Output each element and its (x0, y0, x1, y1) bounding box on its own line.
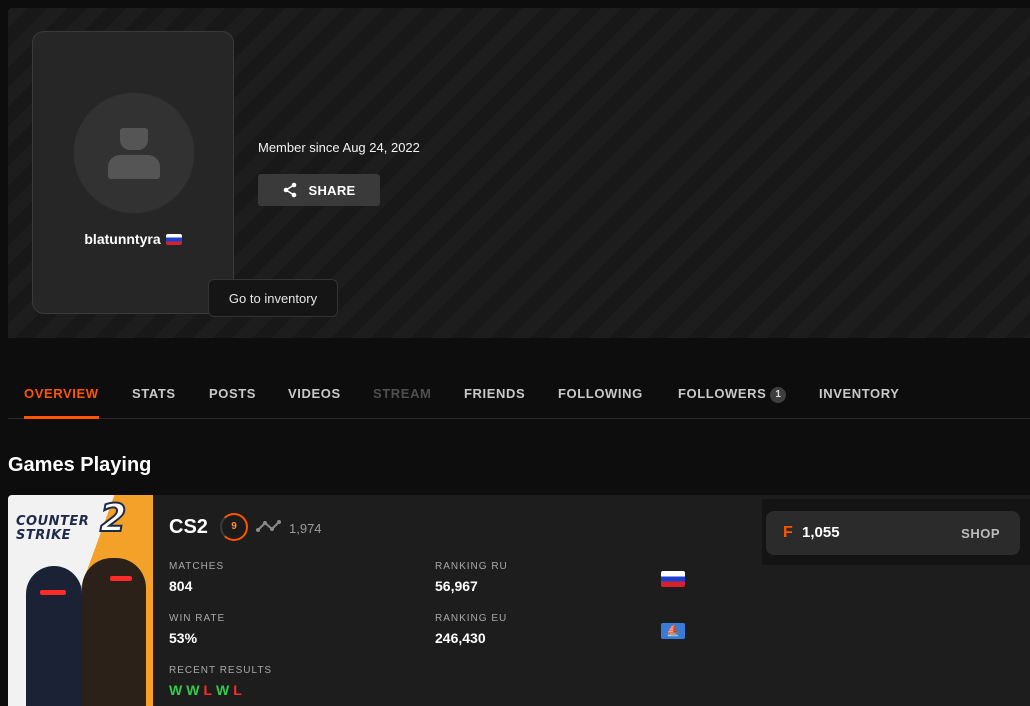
points-balance: 1,055 (802, 524, 840, 541)
ranking-ru-label: RANKING RU (435, 561, 508, 572)
game-card-cs2: COUNTER STRIKE 2 CS2 9 1,974 MATCHES 804… (8, 495, 1030, 706)
username: blatunntyra (84, 231, 161, 247)
result-item: W (169, 682, 183, 698)
tab-friends[interactable]: FRIENDS (464, 378, 525, 418)
tab-videos[interactable]: VIDEOS (288, 378, 341, 418)
win-rate-value: 53% (169, 630, 198, 646)
username-row: blatunntyra (33, 231, 233, 247)
share-button[interactable]: SHARE (258, 174, 380, 206)
win-rate-label: WIN RATE (169, 613, 226, 624)
region-eu-icon: ⛵ (661, 623, 685, 639)
profile-card: blatunntyra (32, 31, 234, 314)
avatar[interactable] (73, 92, 195, 214)
cs2-logo: COUNTER STRIKE 2 (16, 498, 146, 543)
tab-stats[interactable]: STATS (132, 378, 176, 418)
tab-followers-label: FOLLOWERS (678, 386, 767, 401)
share-label: SHARE (308, 182, 356, 198)
ranking-eu-label: RANKING EU (435, 613, 508, 624)
shop-button[interactable]: SHOP (961, 526, 1000, 541)
share-icon (284, 182, 297, 198)
elo-icon (256, 520, 281, 532)
cs2-cover-image[interactable]: COUNTER STRIKE 2 (8, 495, 153, 706)
recent-results-label: RECENT RESULTS (169, 665, 273, 676)
game-title: CS2 (169, 516, 208, 538)
skill-level-badge: 9 (220, 513, 248, 541)
points-currency-icon: F (783, 524, 793, 541)
member-since: Member since Aug 24, 2022 (258, 140, 420, 155)
soldier-left-figure (26, 566, 82, 706)
recent-results: W W L W L (169, 682, 242, 698)
tab-inventory[interactable]: INVENTORY (819, 378, 900, 418)
soldier-right-goggles (110, 576, 132, 581)
wallet-panel: F 1,055 SHOP (762, 499, 1030, 565)
matches-label: MATCHES (169, 561, 225, 572)
result-item: W (186, 682, 200, 698)
soldier-right-figure (82, 558, 146, 706)
cs2-logo-number: 2 (99, 496, 127, 540)
avatar-placeholder-head (120, 128, 148, 150)
points-wallet: F 1,055 SHOP (766, 511, 1020, 555)
ranking-ru-value: 56,967 (435, 578, 478, 594)
inventory-tooltip: Go to inventory (208, 279, 338, 317)
result-item: W (216, 682, 230, 698)
elo-value: 1,974 (289, 521, 322, 536)
flag-ru-icon (165, 233, 182, 245)
followers-count-badge: 1 (770, 387, 787, 403)
tab-stream: STREAM (373, 386, 432, 401)
avatar-placeholder-body (108, 155, 160, 179)
tab-followers[interactable]: FOLLOWERS 1 (678, 378, 787, 418)
tab-following[interactable]: FOLLOWING (558, 378, 643, 418)
flag-ru-icon (661, 571, 685, 587)
tab-posts[interactable]: POSTS (209, 378, 256, 418)
tab-overview[interactable]: OVERVIEW (24, 378, 99, 419)
result-item: L (203, 682, 212, 698)
result-item: L (233, 682, 242, 698)
soldier-left-goggles (40, 590, 66, 595)
matches-value: 804 (169, 578, 193, 594)
ranking-eu-value: 246,430 (435, 630, 486, 646)
section-title-games: Games Playing (8, 454, 152, 476)
profile-page: blatunntyra Go to inventory Member since… (0, 0, 1030, 706)
profile-tabs: OVERVIEW STATS POSTS VIDEOS STREAM FRIEN… (8, 378, 1030, 419)
